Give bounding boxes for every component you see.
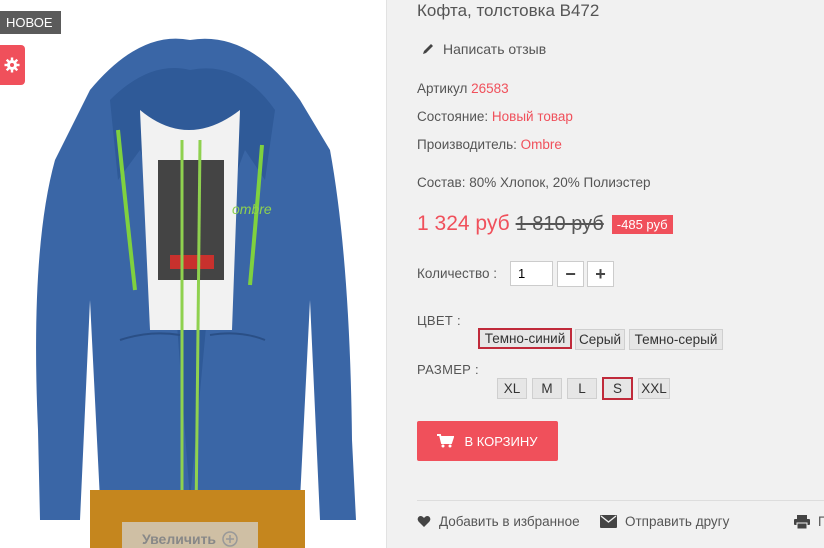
quantity-input[interactable] [510,261,553,286]
size-label: РАЗМЕР : [417,362,479,377]
product-photo[interactable]: ombre [0,0,386,548]
condition-line: Состояние: Новый товар [417,109,573,124]
send-friend-label: Отправить другу [625,514,730,529]
condition-value: Новый товар [491,109,573,124]
quantity-increase-button[interactable]: + [587,261,614,287]
discount-badge: -485 руб [611,214,673,234]
composition: Состав: 80% Хлопок, 20% Полиэстер [417,175,651,190]
brand-line: Производитель: Ombre [417,137,562,152]
gear-icon [4,57,20,73]
condition-label: Состояние: [417,109,489,124]
print-icon [794,514,810,529]
settings-button[interactable] [0,45,25,85]
size-option-l[interactable]: L [567,378,597,399]
actions-divider [417,500,824,501]
brand-label: Производитель: [417,137,517,152]
size-option-m[interactable]: M [532,378,562,399]
quantity-label: Количество : [417,266,497,281]
pencil-icon [423,44,433,54]
size-option-xl[interactable]: XL [497,378,527,399]
product-image-panel: ombre НОВОЕ Увеличить [0,0,386,548]
product-title: Кофта, толстовка B472 [417,1,600,20]
size-option-s[interactable]: S [602,377,633,400]
new-badge: НОВОЕ [0,11,61,34]
sku-label: Артикул [417,81,468,96]
color-option-dark-grey[interactable]: Темно-серый [629,329,723,350]
send-to-friend-link[interactable]: Отправить другу [600,514,729,529]
current-price: 1 324 руб [417,212,510,235]
cart-icon [437,434,455,448]
write-review-link[interactable]: Написать отзыв [421,41,546,57]
zoom-button[interactable]: Увеличить [122,522,258,548]
envelope-icon [600,515,617,528]
add-to-cart-button[interactable]: В КОРЗИНУ [417,421,558,461]
zoom-label: Увеличить [141,531,217,547]
sku-value: 26583 [471,81,509,96]
color-option-grey[interactable]: Серый [575,329,625,350]
add-to-cart-label: В КОРЗИНУ [464,433,538,449]
color-option-dark-blue[interactable]: Темно-синий [478,328,572,349]
color-label: ЦВЕТ : [417,313,461,328]
print-link[interactable]: П [794,514,824,529]
old-price: 1 810 руб [515,212,604,235]
heart-icon [417,516,431,527]
price-row: 1 324 руб 1 810 руб -485 руб [417,212,673,236]
product-details-panel: Кофта, толстовка B472 Написать отзыв Арт… [386,0,824,548]
print-label: П [818,514,824,529]
size-option-xxl[interactable]: XXL [638,378,670,399]
write-review-label: Написать отзыв [443,41,547,57]
sku-line: Артикул 26583 [417,81,509,96]
quantity-decrease-button[interactable]: − [557,261,584,287]
zoom-plus-icon [222,531,238,547]
add-to-wishlist-link[interactable]: Добавить в избранное [417,514,580,529]
svg-text:ombre: ombre [232,201,272,217]
wishlist-label: Добавить в избранное [439,514,580,529]
brand-link[interactable]: Ombre [521,137,562,152]
